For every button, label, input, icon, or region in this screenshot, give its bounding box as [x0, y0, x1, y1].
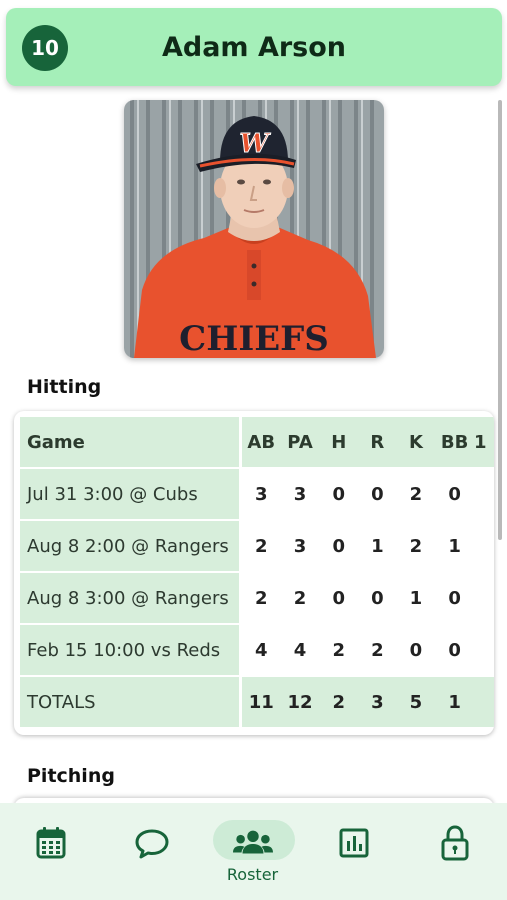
- bar-chart-icon: [334, 823, 374, 863]
- nav-label-roster: Roster: [226, 865, 279, 884]
- table-header-row: Game AB PA H R K BB 1: [20, 417, 494, 467]
- stat-cell-ab: 3: [241, 469, 281, 519]
- total-cell-h: 2: [319, 677, 359, 727]
- column-header-overflow[interactable]: 1: [474, 417, 494, 467]
- stat-cell-k: 0: [396, 625, 436, 675]
- jersey-number-badge: 10: [22, 25, 68, 71]
- player-photo: CHIEFS W: [124, 100, 384, 358]
- totals-label: TOTALS: [20, 677, 242, 727]
- scrollbar[interactable]: [498, 100, 502, 540]
- stat-cell-bb: 0: [435, 625, 475, 675]
- game-cell: Aug 8 2:00 @ Rangers: [20, 521, 242, 571]
- stat-cell-k: 2: [396, 469, 436, 519]
- stat-cell-ab: 2: [241, 521, 281, 571]
- bottom-nav: Roster: [0, 803, 507, 900]
- calendar-icon: [31, 823, 71, 863]
- table-row[interactable]: Aug 8 3:00 @ Rangers 2 2 0 0 1 0: [20, 573, 494, 623]
- stat-cell-r: 2: [358, 625, 397, 675]
- stat-cell-k: 2: [396, 521, 436, 571]
- stat-cell-h: 0: [319, 521, 359, 571]
- table-row[interactable]: Feb 15 10:00 vs Reds 4 4 2 2 0 0: [20, 625, 494, 675]
- player-header: 10 Adam Arson: [6, 8, 502, 86]
- total-cell-ab: 11: [241, 677, 281, 727]
- hitting-stats-card: Game AB PA H R K BB 1 Jul 31 3:00 @ Cubs…: [14, 411, 494, 735]
- stat-cell-r: 1: [358, 521, 397, 571]
- stat-cell-pa: 4: [280, 625, 320, 675]
- game-cell: Jul 31 3:00 @ Cubs: [20, 469, 242, 519]
- table-row[interactable]: Jul 31 3:00 @ Cubs 3 3 0 0 2 0: [20, 469, 494, 519]
- column-header-ab[interactable]: AB: [241, 417, 281, 467]
- nav-item-chat[interactable]: [101, 803, 202, 900]
- table-row[interactable]: Aug 8 2:00 @ Rangers 2 3 0 1 2 1: [20, 521, 494, 571]
- people-icon: [232, 823, 273, 863]
- column-header-bb[interactable]: BB: [435, 417, 475, 467]
- stat-cell-h: 0: [319, 469, 359, 519]
- column-header-k[interactable]: K: [396, 417, 436, 467]
- stat-cell-r: 0: [358, 573, 397, 623]
- stat-cell-bb: 1: [435, 521, 475, 571]
- column-header-h[interactable]: H: [319, 417, 359, 467]
- stat-cell-pa: 2: [280, 573, 320, 623]
- stat-cell-r: 0: [358, 469, 397, 519]
- hitting-stats-table: Game AB PA H R K BB 1 Jul 31 3:00 @ Cubs…: [20, 415, 494, 729]
- shirt-lettering: CHIEFS: [179, 319, 329, 358]
- stat-cell-h: 0: [319, 573, 359, 623]
- totals-row: TOTALS 11 12 2 3 5 1: [20, 677, 494, 727]
- total-cell-k: 5: [396, 677, 436, 727]
- chat-icon: [132, 823, 172, 863]
- stat-cell-pa: 3: [280, 469, 320, 519]
- nav-item-stats[interactable]: [303, 803, 404, 900]
- column-header-r[interactable]: R: [358, 417, 397, 467]
- nav-item-account[interactable]: [404, 803, 505, 900]
- pitching-section-title: Pitching: [27, 765, 115, 787]
- stat-cell-ab: 2: [241, 573, 281, 623]
- stat-cell-pa: 3: [280, 521, 320, 571]
- game-cell: Feb 15 10:00 vs Reds: [20, 625, 242, 675]
- lock-icon: [435, 823, 475, 863]
- hitting-section-title: Hitting: [27, 376, 102, 398]
- player-name: Adam Arson: [161, 31, 347, 63]
- nav-item-roster[interactable]: Roster: [202, 803, 303, 900]
- nav-item-schedule[interactable]: [0, 803, 101, 900]
- total-cell-bb: 1: [435, 677, 475, 727]
- svg-text:W: W: [239, 129, 271, 159]
- total-cell-pa: 12: [280, 677, 320, 727]
- stat-cell-bb: 0: [435, 469, 475, 519]
- game-cell: Aug 8 3:00 @ Rangers: [20, 573, 242, 623]
- stat-cell-h: 2: [319, 625, 359, 675]
- total-cell-r: 3: [358, 677, 397, 727]
- stat-cell-ab: 4: [241, 625, 281, 675]
- column-header-pa[interactable]: PA: [280, 417, 320, 467]
- stat-cell-k: 1: [396, 573, 436, 623]
- stat-cell-bb: 0: [435, 573, 475, 623]
- column-header-game[interactable]: Game: [20, 417, 242, 467]
